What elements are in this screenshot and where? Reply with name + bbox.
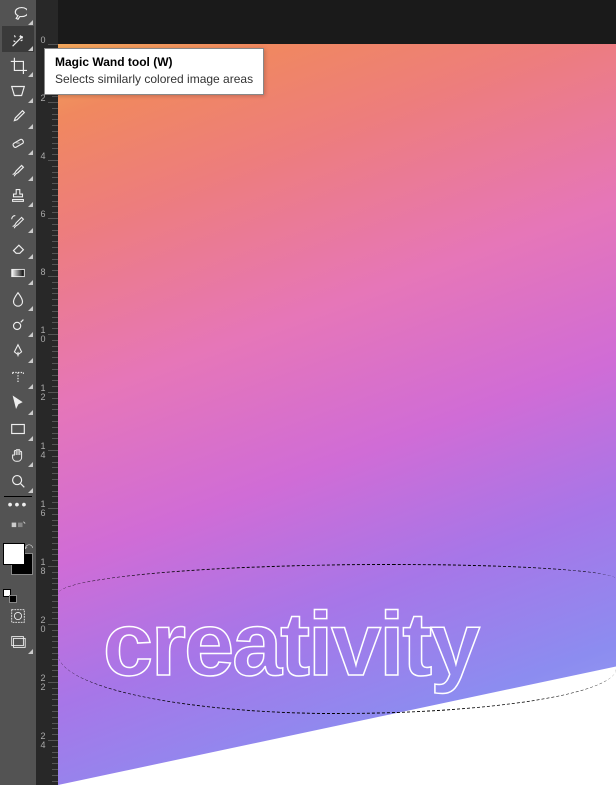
selection-marquee (58, 564, 616, 714)
tooltip-title: Magic Wand tool (W) (55, 55, 253, 69)
canvas[interactable]: creativity (58, 44, 616, 785)
frame-icon (9, 82, 27, 100)
path-selection-tool[interactable] (2, 390, 34, 416)
quick-mask-button[interactable] (2, 603, 34, 629)
rect-icon (9, 420, 27, 438)
ruler-label: 4 (38, 152, 48, 161)
eyedropper-tool[interactable] (2, 104, 34, 130)
foreground-color-swatch[interactable] (3, 543, 25, 565)
blur-tool[interactable] (2, 286, 34, 312)
color-swatches: ⤺ (1, 541, 35, 577)
stamp-icon (9, 186, 27, 204)
tool-palette: ••• ⤺ (0, 0, 36, 785)
hand-icon (9, 446, 27, 464)
ruler-label: 12 (38, 384, 48, 402)
drop-icon (9, 290, 27, 308)
lasso-icon (9, 4, 27, 22)
lasso-tool[interactable] (2, 0, 34, 26)
crop-icon (9, 56, 27, 74)
frame-tool[interactable] (2, 78, 34, 104)
brush-icon (9, 160, 27, 178)
ruler-label: 22 (38, 674, 48, 692)
hand-tool[interactable] (2, 442, 34, 468)
wand-icon (9, 30, 27, 48)
ruler-label: 6 (38, 210, 48, 219)
edit-toolbar-icon (9, 519, 27, 537)
history-brush-tool[interactable] (2, 208, 34, 234)
eyedropper-icon (9, 108, 27, 126)
dodge-tool[interactable] (2, 312, 34, 338)
ruler-label: 24 (38, 732, 48, 750)
gradient-tool[interactable] (2, 260, 34, 286)
default-colors-button[interactable] (3, 589, 17, 603)
type-tool[interactable] (2, 364, 34, 390)
eraser-icon (9, 238, 27, 256)
ruler-label: 0 (38, 36, 48, 45)
zoom-icon (9, 472, 27, 490)
ruler-label: 14 (38, 442, 48, 460)
ruler-label: 18 (38, 558, 48, 576)
magic-wand-tool[interactable] (2, 26, 34, 52)
screen-mode-button[interactable] (2, 629, 34, 655)
tool-tooltip: Magic Wand tool (W) Selects similarly co… (44, 48, 264, 95)
canvas-top-margin (58, 0, 616, 44)
clone-stamp-tool[interactable] (2, 182, 34, 208)
ruler-label: 8 (38, 268, 48, 277)
rectangle-tool[interactable] (2, 416, 34, 442)
ruler-label: 10 (38, 326, 48, 344)
healing-brush-tool[interactable] (2, 130, 34, 156)
bandage-icon (9, 134, 27, 152)
arrow-icon (9, 394, 27, 412)
tooltip-description: Selects similarly colored image areas (55, 72, 253, 86)
brush-tool[interactable] (2, 156, 34, 182)
dodge-icon (9, 316, 27, 334)
pen-tool[interactable] (2, 338, 34, 364)
crop-tool[interactable] (2, 52, 34, 78)
ruler-label: 16 (38, 500, 48, 518)
edit-toolbar-button[interactable] (2, 519, 34, 537)
ruler-label: 2 (38, 94, 48, 103)
zoom-tool[interactable] (2, 468, 34, 494)
more-tools-button[interactable]: ••• (8, 499, 29, 519)
eraser-tool[interactable] (2, 234, 34, 260)
ruler-label: 20 (38, 616, 48, 634)
type-icon (9, 368, 27, 386)
gradient-icon (9, 264, 27, 282)
history-brush-icon (9, 212, 27, 230)
pen-icon (9, 342, 27, 360)
vertical-ruler[interactable]: 024681012141618202224 (36, 0, 58, 785)
quick-mask-icon (9, 607, 27, 625)
screen-mode-icon (9, 633, 27, 651)
